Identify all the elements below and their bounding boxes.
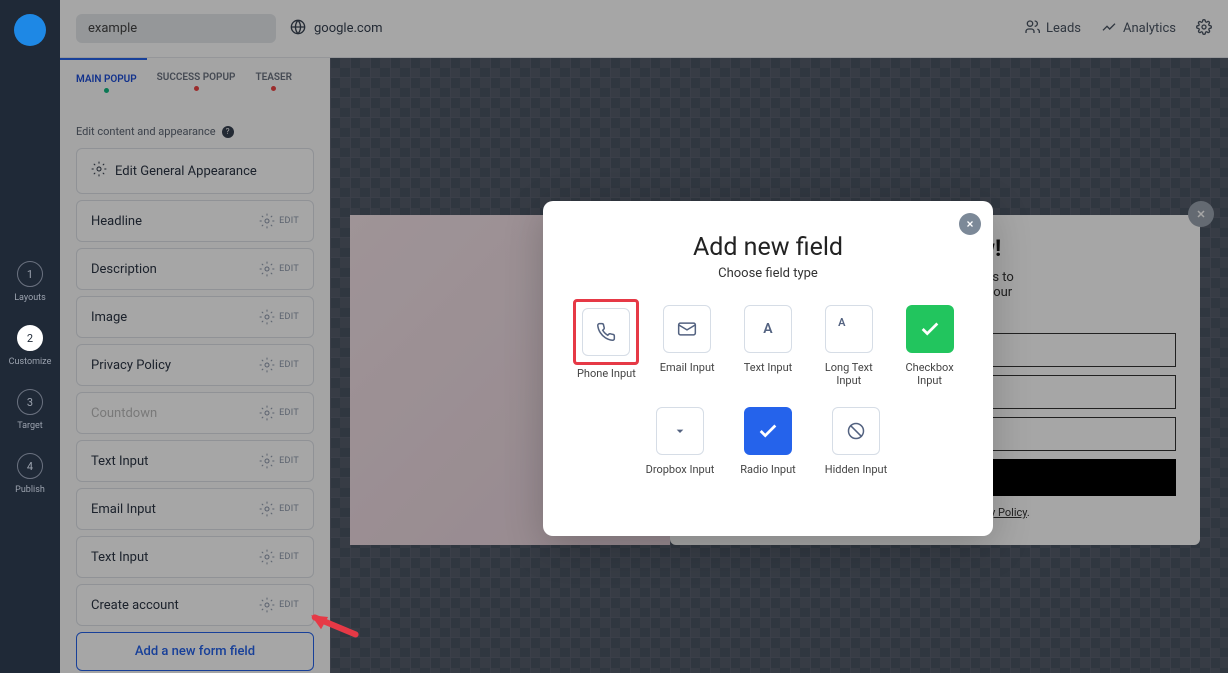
- field-label: Radio Input: [740, 463, 796, 476]
- rail-step-customize[interactable]: 2 Customize: [9, 325, 52, 367]
- field-type-long-text-input[interactable]: A Long Text Input: [813, 305, 884, 387]
- field-type-text-input[interactable]: A Text Input: [733, 305, 804, 387]
- text-input-icon: A: [744, 305, 792, 353]
- phone-input-icon: [582, 308, 630, 356]
- field-type-email-input[interactable]: Email Input: [652, 305, 723, 387]
- step-number: 1: [17, 261, 43, 287]
- field-type-phone-input[interactable]: Phone Input: [571, 305, 642, 387]
- field-type-checkbox-input[interactable]: Checkbox Input: [894, 305, 965, 387]
- rail-step-layouts[interactable]: 1 Layouts: [14, 261, 46, 303]
- radio-input-icon: [744, 407, 792, 455]
- step-label: Customize: [9, 357, 52, 367]
- longtext-input-icon: A: [825, 305, 873, 353]
- dropdown-input-icon: [656, 407, 704, 455]
- field-label: Text Input: [744, 361, 793, 374]
- left-rail: 1 Layouts 2 Customize 3 Target 4 Publish: [0, 0, 60, 673]
- step-number: 2: [17, 325, 43, 351]
- mail-input-icon: [663, 305, 711, 353]
- close-modal-button[interactable]: [959, 213, 981, 235]
- step-label: Publish: [15, 485, 45, 495]
- field-label: Checkbox Input: [894, 361, 965, 387]
- field-type-dropbox-input[interactable]: Dropbox Input: [641, 407, 719, 476]
- modal-title: Add new field: [571, 233, 965, 262]
- hidden-input-icon: [832, 407, 880, 455]
- step-number: 4: [17, 453, 43, 479]
- field-label: Long Text Input: [813, 361, 884, 387]
- rail-step-publish[interactable]: 4 Publish: [15, 453, 45, 495]
- field-label: Dropbox Input: [646, 463, 715, 476]
- logo[interactable]: [14, 14, 46, 46]
- field-label: Email Input: [660, 361, 715, 374]
- check-input-icon: [906, 305, 954, 353]
- field-label: Phone Input: [577, 367, 636, 380]
- modal-subtitle: Choose field type: [571, 266, 965, 281]
- rail-step-target[interactable]: 3 Target: [17, 389, 43, 431]
- field-type-radio-input[interactable]: Radio Input: [729, 407, 807, 476]
- field-label: Hidden Input: [825, 463, 887, 476]
- step-label: Target: [17, 421, 43, 431]
- step-number: 3: [17, 389, 43, 415]
- add-field-modal: Add new field Choose field type Phone In…: [543, 201, 993, 536]
- field-type-hidden-input[interactable]: Hidden Input: [817, 407, 895, 476]
- step-label: Layouts: [14, 293, 46, 303]
